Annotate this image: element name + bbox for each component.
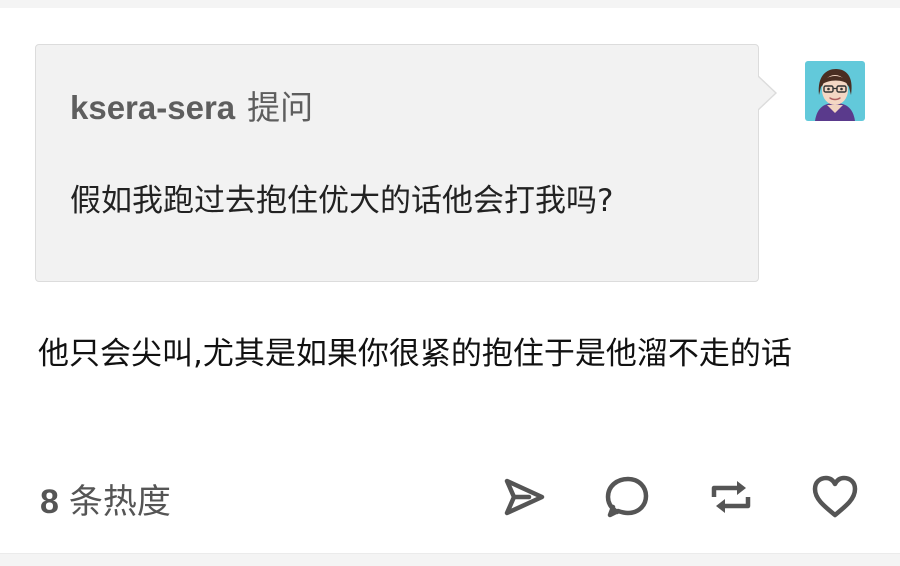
bubble-tail xyxy=(757,75,777,111)
ask-verb-label: 提问 xyxy=(247,89,314,126)
asker-line: ksera-sera 提问 xyxy=(70,81,313,129)
ask-bubble: ksera-sera 提问 假如我跑过去抱住优大的话他会打我吗? xyxy=(35,44,777,282)
reblog-button[interactable] xyxy=(700,466,762,528)
reblog-icon xyxy=(707,473,755,521)
send-icon xyxy=(499,473,547,521)
avatar-icon[interactable] xyxy=(805,61,865,121)
bottom-divider xyxy=(0,553,900,566)
answer-text: 他只会尖叫,尤其是如果你很紧的抱住于是他溜不走的话 xyxy=(38,336,792,372)
top-divider xyxy=(0,0,900,8)
heart-icon xyxy=(810,472,860,522)
share-button[interactable] xyxy=(492,466,554,528)
notes-label: 条热度 xyxy=(68,483,171,521)
notes-number: 8 xyxy=(40,483,59,521)
notes-count[interactable]: 8 条热度 xyxy=(40,474,171,523)
like-button[interactable] xyxy=(804,466,866,528)
question-text: 假如我跑过去抱住优大的话他会打我吗? xyxy=(70,183,614,219)
post-actions xyxy=(492,466,872,528)
chat-bubble-icon xyxy=(603,473,651,521)
reply-button[interactable] xyxy=(596,466,658,528)
asker-name-link[interactable]: ksera-sera xyxy=(70,89,235,126)
